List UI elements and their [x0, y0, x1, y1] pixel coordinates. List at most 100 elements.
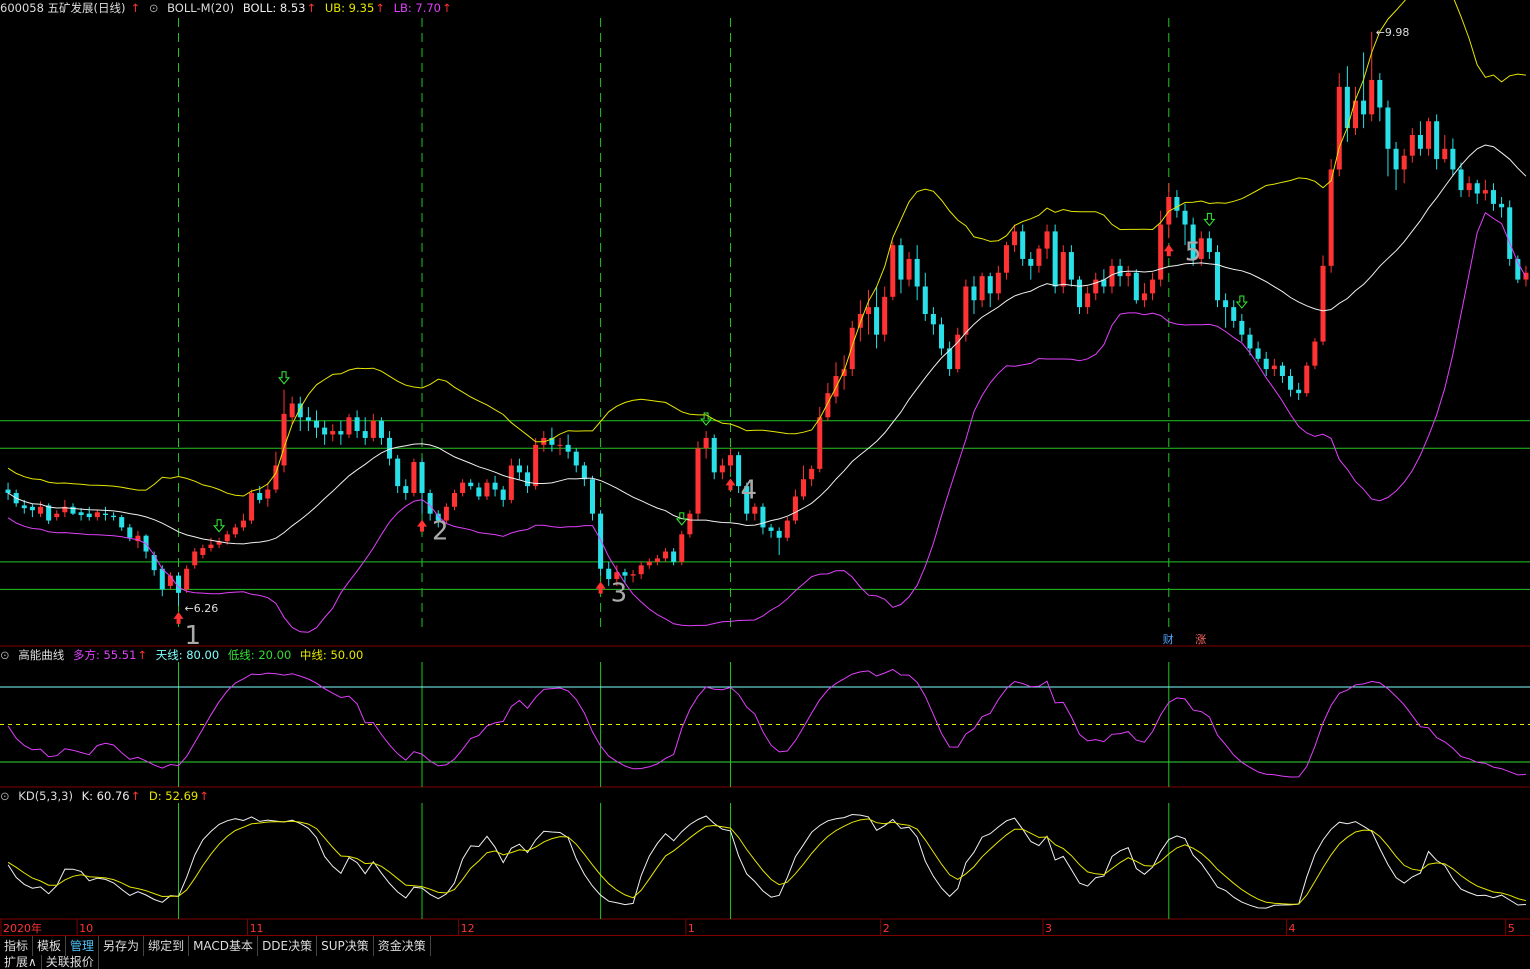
candle-body	[70, 506, 76, 514]
candle-body	[508, 465, 514, 500]
boll-mid-value: BOLL: 8.53	[242, 1, 306, 15]
kd-settings-icon[interactable]: ⊙	[0, 789, 10, 803]
tab-6[interactable]: DDE决策	[258, 936, 318, 956]
candle-body	[695, 448, 701, 514]
bottom-tab-1[interactable]: 关联报价	[42, 955, 99, 969]
candle-body	[1328, 169, 1334, 266]
tab-3[interactable]: 另存为	[99, 936, 145, 956]
candle-body	[1214, 252, 1221, 301]
candle-body	[516, 465, 522, 473]
candle-body	[1263, 358, 1269, 370]
candle-body	[29, 506, 35, 511]
time-axis-label: 4	[1289, 922, 1296, 935]
candle-body	[1369, 79, 1375, 115]
energy-zhongxian-value: 中线: 50.00	[299, 648, 364, 662]
candle-body	[768, 527, 774, 531]
energy-tianxian-value: 天线: 80.00	[155, 648, 220, 662]
candle-body	[719, 465, 725, 473]
tab-2[interactable]: 管理	[66, 936, 100, 956]
candle-body	[362, 431, 368, 438]
candle-body	[500, 489, 506, 500]
candle-body	[1490, 190, 1496, 204]
candle-body	[1223, 300, 1229, 308]
candle-body	[1442, 148, 1448, 160]
candle-body	[1458, 169, 1464, 191]
chart-window: 12345←6.26←9.98财涨2020年101112123456 60005…	[0, 0, 1530, 969]
candle-body	[1060, 252, 1066, 287]
candle-body	[1409, 135, 1415, 156]
tab-0[interactable]: 指标	[0, 936, 34, 956]
candle-body	[687, 513, 693, 535]
candle-body	[525, 472, 531, 487]
candle-body	[1279, 365, 1285, 376]
candle-body	[1068, 252, 1074, 280]
candle-body	[1076, 279, 1083, 308]
candle-body	[1296, 389, 1302, 394]
financial-report-badge: 财	[1163, 632, 1174, 646]
candle-body	[1052, 231, 1058, 287]
candle-body	[1093, 279, 1099, 294]
candle-body	[21, 505, 27, 509]
candle-body	[630, 574, 636, 576]
candle-body	[646, 561, 652, 566]
candle-body	[370, 420, 376, 438]
candle-body	[589, 479, 596, 514]
boll-indicator-name[interactable]: BOLL-M(20)	[167, 1, 234, 15]
candle-body	[492, 482, 498, 490]
candle-body	[1141, 293, 1147, 301]
candle-body	[1247, 334, 1253, 349]
low-price-label: ←6.26	[185, 602, 219, 615]
candle-body	[1255, 348, 1261, 359]
candle-body	[224, 534, 230, 542]
tab-5[interactable]: MACD基本	[189, 936, 259, 956]
stock-chart-svg[interactable]: 12345←6.26←9.98财涨2020年101112123456	[0, 0, 1530, 935]
candle-body	[638, 565, 644, 575]
lb-up-arrow-icon: ↑	[442, 1, 452, 15]
candle-body	[890, 245, 896, 297]
candle-body	[581, 465, 587, 480]
candle-body	[1044, 231, 1050, 249]
boll-up-arrow-icon: ↑	[306, 1, 317, 15]
candle-body	[776, 530, 782, 538]
candle-body	[411, 462, 417, 494]
time-axis-label: 12	[461, 922, 475, 935]
candle-body	[192, 551, 198, 566]
tab-8[interactable]: 资金决策	[374, 936, 431, 956]
candle-body	[1288, 375, 1294, 390]
turning-point-label: 5	[1185, 237, 1202, 267]
time-axis-label: 11	[250, 922, 264, 935]
candle-body	[1434, 121, 1440, 160]
candle-body	[979, 276, 985, 301]
candle-body	[1401, 155, 1407, 170]
candle-body	[1393, 148, 1399, 170]
candle-body	[752, 506, 758, 514]
settings-icon[interactable]: ⊙	[149, 1, 159, 15]
candle-body	[1117, 265, 1123, 277]
candle-body	[111, 515, 117, 518]
price-limit-badge: 涨	[1195, 633, 1206, 646]
energy-dixian-value: 低线: 20.00	[227, 648, 292, 662]
candle-body	[1028, 258, 1034, 266]
candle-body	[1450, 148, 1456, 170]
candle-body	[1012, 231, 1018, 246]
energy-indicator-name[interactable]: 高能曲线	[18, 648, 64, 662]
stock-title[interactable]: 600058 五矿发展(日线)	[0, 1, 126, 15]
tab-4[interactable]: 绑定到	[144, 936, 190, 956]
kd-indicator-name[interactable]: KD(5,3,3)	[18, 789, 73, 803]
candle-body	[265, 489, 271, 499]
energy-settings-icon[interactable]: ⊙	[0, 648, 10, 662]
candle-body	[1426, 121, 1432, 149]
candle-body	[86, 513, 92, 518]
candle-body	[313, 420, 320, 428]
bottom-tab-0[interactable]: 扩展∧	[0, 955, 42, 969]
tab-7[interactable]: SUP决策	[317, 936, 374, 956]
candle-body	[419, 462, 425, 494]
tab-1[interactable]: 模板	[33, 936, 67, 956]
candle-body	[882, 296, 888, 335]
candle-body	[792, 496, 798, 521]
candle-body	[573, 451, 579, 466]
candle-body	[1304, 365, 1310, 394]
candle-body	[801, 479, 807, 497]
candle-body	[930, 314, 936, 325]
candle-body	[184, 568, 190, 590]
